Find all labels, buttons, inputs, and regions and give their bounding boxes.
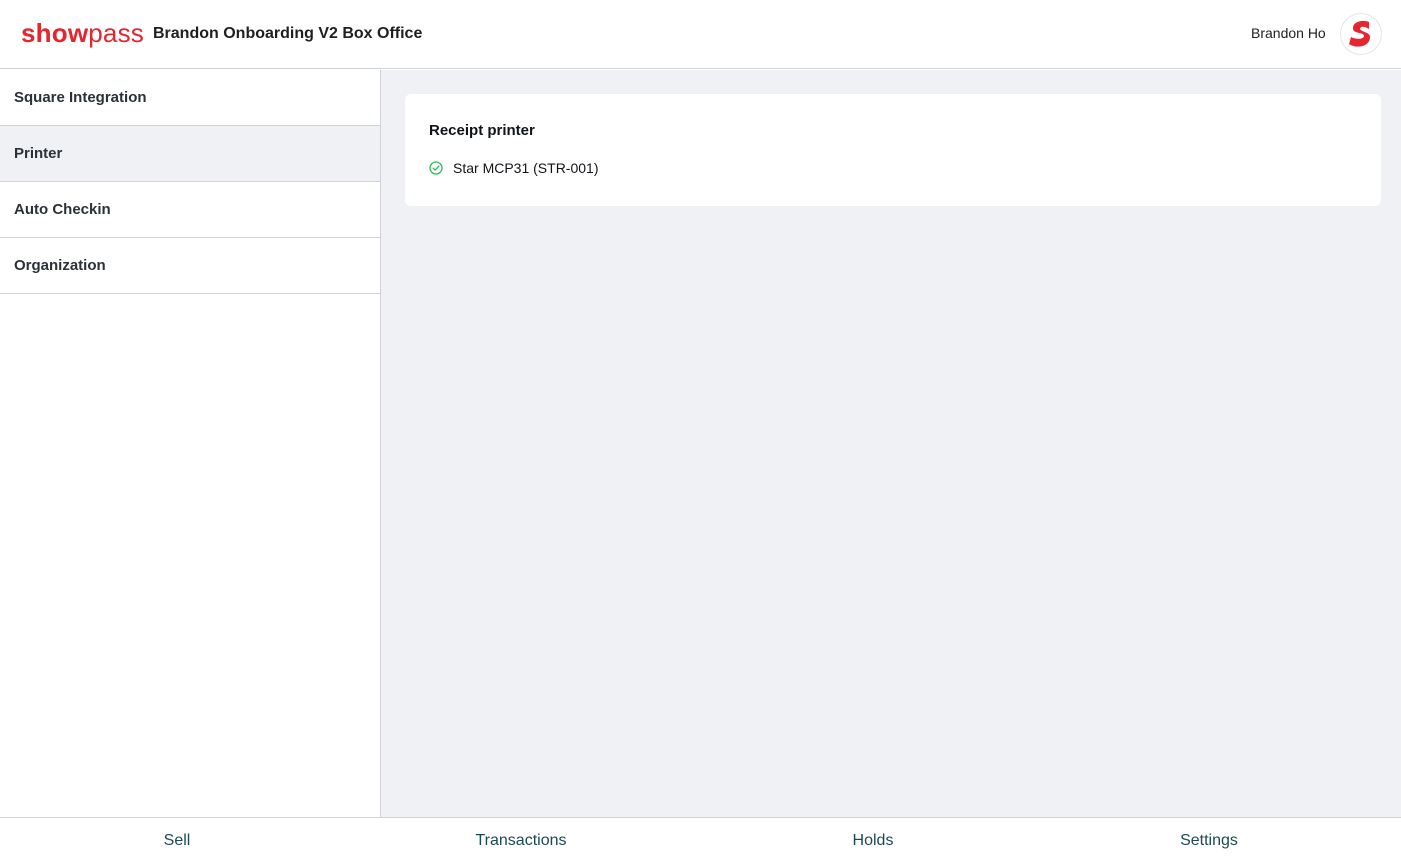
- nav-sell[interactable]: Sell: [0, 818, 354, 864]
- card-title: Receipt printer: [429, 122, 535, 139]
- nav-label: Settings: [1180, 832, 1238, 849]
- nav-label: Sell: [163, 832, 191, 849]
- settings-sidebar: Square Integration Printer Auto Checkin …: [0, 70, 381, 817]
- showpass-s-logo-icon: [1349, 20, 1371, 47]
- nav-label: Holds: [852, 832, 894, 849]
- nav-label: Transactions: [475, 832, 567, 849]
- showpass-logo[interactable]: showpass: [21, 17, 144, 49]
- sidebar-item-printer[interactable]: Printer: [0, 126, 380, 182]
- logo-show-text: show: [21, 18, 89, 48]
- sidebar-item-square-integration[interactable]: Square Integration: [0, 70, 380, 126]
- sidebar-item-organization[interactable]: Organization: [0, 238, 380, 294]
- printer-name: Star MCP31 (STR-001): [453, 160, 599, 176]
- sidebar-item-auto-checkin[interactable]: Auto Checkin: [0, 182, 380, 238]
- bottom-nav: Sell Transactions Holds Settings: [0, 817, 1401, 864]
- logo-pass-text: pass: [88, 18, 144, 48]
- sidebar-item-label: Organization: [14, 257, 106, 274]
- printer-option[interactable]: Star MCP31 (STR-001): [429, 160, 598, 176]
- user-avatar[interactable]: [1340, 13, 1382, 55]
- top-header: showpass Brandon Onboarding V2 Box Offic…: [0, 0, 1401, 69]
- receipt-printer-card: Receipt printer Star MCP31 (STR-001): [405, 94, 1381, 206]
- user-name[interactable]: Brandon Ho: [1251, 25, 1326, 41]
- sidebar-item-label: Square Integration: [14, 89, 147, 106]
- nav-holds[interactable]: Holds: [688, 818, 1058, 864]
- nav-settings[interactable]: Settings: [1058, 818, 1360, 864]
- box-office-title: Brandon Onboarding V2 Box Office: [153, 25, 423, 42]
- check-circle-icon: [429, 161, 443, 175]
- nav-transactions[interactable]: Transactions: [354, 818, 688, 864]
- sidebar-item-label: Printer: [14, 145, 63, 162]
- main-content: Receipt printer Star MCP31 (STR-001): [381, 70, 1401, 817]
- sidebar-item-label: Auto Checkin: [14, 201, 111, 218]
